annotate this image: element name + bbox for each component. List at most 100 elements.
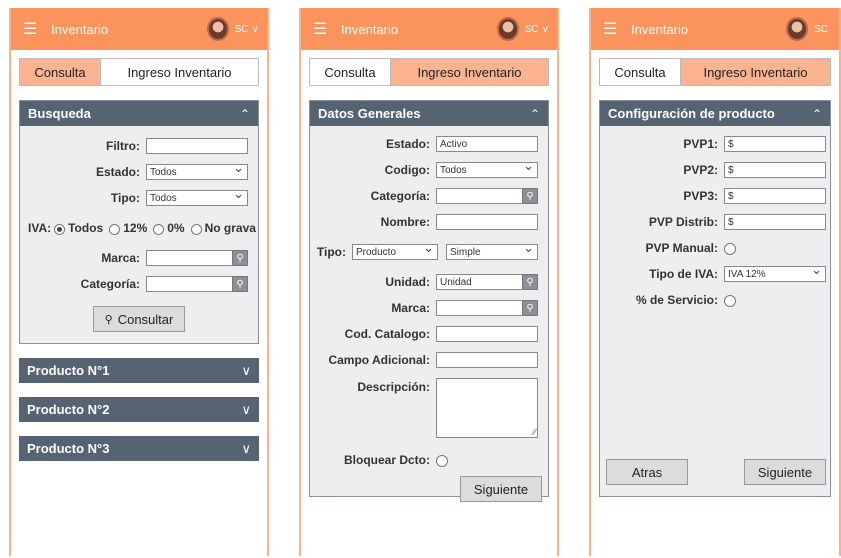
user-initials[interactable]: SC	[235, 24, 249, 35]
avatar[interactable]	[206, 17, 229, 41]
search-icon[interactable]: ⚲	[232, 276, 248, 292]
producto-3-title: Producto N°3	[27, 441, 110, 456]
tab-ingreso-inventario[interactable]: Ingreso Inventario	[680, 59, 830, 85]
app-title: Inventario	[51, 21, 109, 37]
chevron-down-icon[interactable]: ∨	[241, 441, 251, 457]
campo-adicional-label: Campo Adicional:	[328, 353, 430, 367]
servicio-radio[interactable]	[724, 295, 736, 307]
panel-title: Datos Generales	[318, 106, 421, 121]
tab-consulta[interactable]: Consulta	[20, 59, 100, 85]
consultar-button[interactable]: ⚲ Consultar	[93, 306, 185, 332]
producto-1-title: Producto N°1	[27, 363, 110, 378]
busqueda-header[interactable]: Busqueda ⌃	[20, 101, 258, 126]
chevron-up-icon[interactable]: ⌃	[812, 107, 822, 121]
iva-radio-no-grava[interactable]	[190, 223, 202, 235]
tab-bar: Consulta Ingreso Inventario	[599, 58, 831, 86]
tab-consulta[interactable]: Consulta	[310, 59, 390, 85]
unidad-input[interactable]: Unidad ⚲	[436, 274, 538, 290]
bloquear-dcto-label: Bloquear Dcto:	[343, 453, 430, 467]
pvp-manual-radio[interactable]	[724, 243, 736, 255]
tipo-select[interactable]: Producto	[352, 240, 438, 260]
avatar[interactable]	[496, 17, 519, 41]
screen-datos-generales: ☰ Inventario SC ∨ Consulta Ingreso Inven…	[299, 8, 559, 556]
marca-input[interactable]: ⚲	[436, 300, 538, 316]
resize-handle-icon[interactable]: ∕∕	[533, 427, 536, 437]
datos-generales-header[interactable]: Datos Generales ⌃	[310, 101, 548, 126]
tab-ingreso-inventario[interactable]: Ingreso Inventario	[100, 59, 258, 85]
pvp2-label: PVP2:	[683, 163, 718, 177]
search-icon[interactable]: ⚲	[232, 250, 248, 266]
atras-button[interactable]: Atras	[606, 459, 688, 485]
hamburger-icon[interactable]: ☰	[23, 19, 51, 39]
tab-ingreso-inventario[interactable]: Ingreso Inventario	[390, 59, 548, 85]
categoria-label: Categoría:	[80, 277, 140, 291]
search-icon[interactable]: ⚲	[522, 274, 538, 290]
bloquear-dcto-radio[interactable]	[436, 455, 448, 467]
tab-consulta[interactable]: Consulta	[600, 59, 680, 85]
producto-2-accordion[interactable]: Producto N°2 ∨	[19, 397, 259, 422]
pvp1-input[interactable]: $	[724, 136, 826, 152]
estado-input[interactable]: Activo	[436, 136, 538, 152]
iva-radio-0[interactable]	[153, 223, 165, 235]
pvp-distrib-input[interactable]: $	[724, 214, 826, 230]
estado-select[interactable]: Todos	[146, 160, 248, 180]
user-initials[interactable]: SC	[814, 24, 828, 35]
campo-adicional-input[interactable]	[436, 352, 538, 368]
panel-title: Busqueda	[28, 106, 91, 121]
chevron-down-icon[interactable]: ∨	[241, 363, 251, 379]
tab-bar: Consulta Ingreso Inventario	[19, 58, 259, 86]
iva-radio-todos[interactable]	[54, 223, 66, 235]
chevron-down-icon[interactable]: ∨	[241, 402, 251, 418]
marca-label: Marca:	[101, 251, 140, 265]
siguiente-button[interactable]: Siguiente	[744, 459, 826, 485]
tipo-iva-label: Tipo de IVA:	[649, 267, 718, 281]
configuracion-panel: Configuración de producto ⌃ PVP1: $ PVP2…	[599, 100, 831, 497]
pvp3-input[interactable]: $	[724, 188, 826, 204]
app-bar: ☰ Inventario SC	[591, 8, 839, 50]
descripcion-textarea[interactable]: ∕∕	[436, 378, 538, 438]
filtro-label: Filtro:	[106, 139, 140, 153]
chevron-up-icon[interactable]: ⌃	[530, 107, 540, 121]
categoria-label: Categoría:	[370, 189, 430, 203]
tipo-subselect[interactable]: Simple	[446, 240, 538, 260]
tipo-select[interactable]: Todos	[146, 186, 248, 206]
avatar[interactable]	[786, 17, 809, 41]
tipo-label: Tipo:	[316, 245, 346, 259]
search-icon: ⚲	[104, 313, 113, 326]
pvp-distrib-label: PVP Distrib:	[648, 215, 718, 229]
categoria-input[interactable]: ⚲	[146, 276, 248, 292]
filtro-input[interactable]	[146, 138, 248, 154]
marca-input[interactable]: ⚲	[146, 250, 248, 266]
search-icon[interactable]: ⚲	[522, 300, 538, 316]
chevron-down-icon[interactable]: ∨	[252, 24, 259, 35]
producto-1-accordion[interactable]: Producto N°1 ∨	[19, 358, 259, 383]
servicio-label: % de Servicio:	[635, 293, 718, 307]
unidad-value: Unidad	[440, 276, 472, 288]
iva-radio-12[interactable]	[109, 223, 121, 235]
marca-label: Marca:	[391, 301, 430, 315]
codigo-select[interactable]: Todos	[436, 158, 538, 178]
tipo-label: Tipo:	[110, 191, 140, 205]
search-icon[interactable]: ⚲	[522, 188, 538, 204]
tipo-iva-select[interactable]: IVA 12%	[724, 262, 826, 282]
producto-2-title: Producto N°2	[27, 402, 110, 417]
codigo-label: Codigo:	[384, 163, 430, 177]
busqueda-panel: Busqueda ⌃ Filtro: Estado: Todos Tipo: T…	[19, 100, 259, 344]
iva-label: IVA:	[28, 221, 52, 235]
siguiente-button[interactable]: Siguiente	[460, 476, 542, 502]
cod-catalogo-input[interactable]	[436, 326, 538, 342]
configuracion-header[interactable]: Configuración de producto ⌃	[600, 101, 830, 126]
user-initials[interactable]: SC	[525, 24, 539, 35]
categoria-input[interactable]: ⚲	[436, 188, 538, 204]
pvp2-input[interactable]: $	[724, 162, 826, 178]
chevron-up-icon[interactable]: ⌃	[240, 107, 250, 121]
nombre-label: Nombre:	[380, 215, 430, 229]
hamburger-icon[interactable]: ☰	[313, 19, 341, 39]
iva-option-label: 12%	[123, 221, 148, 235]
app-title: Inventario	[631, 21, 689, 37]
hamburger-icon[interactable]: ☰	[603, 19, 631, 39]
iva-option-label: Todos	[68, 221, 104, 235]
producto-3-accordion[interactable]: Producto N°3 ∨	[19, 436, 259, 461]
nombre-input[interactable]	[436, 214, 538, 230]
chevron-down-icon[interactable]: ∨	[542, 24, 549, 35]
